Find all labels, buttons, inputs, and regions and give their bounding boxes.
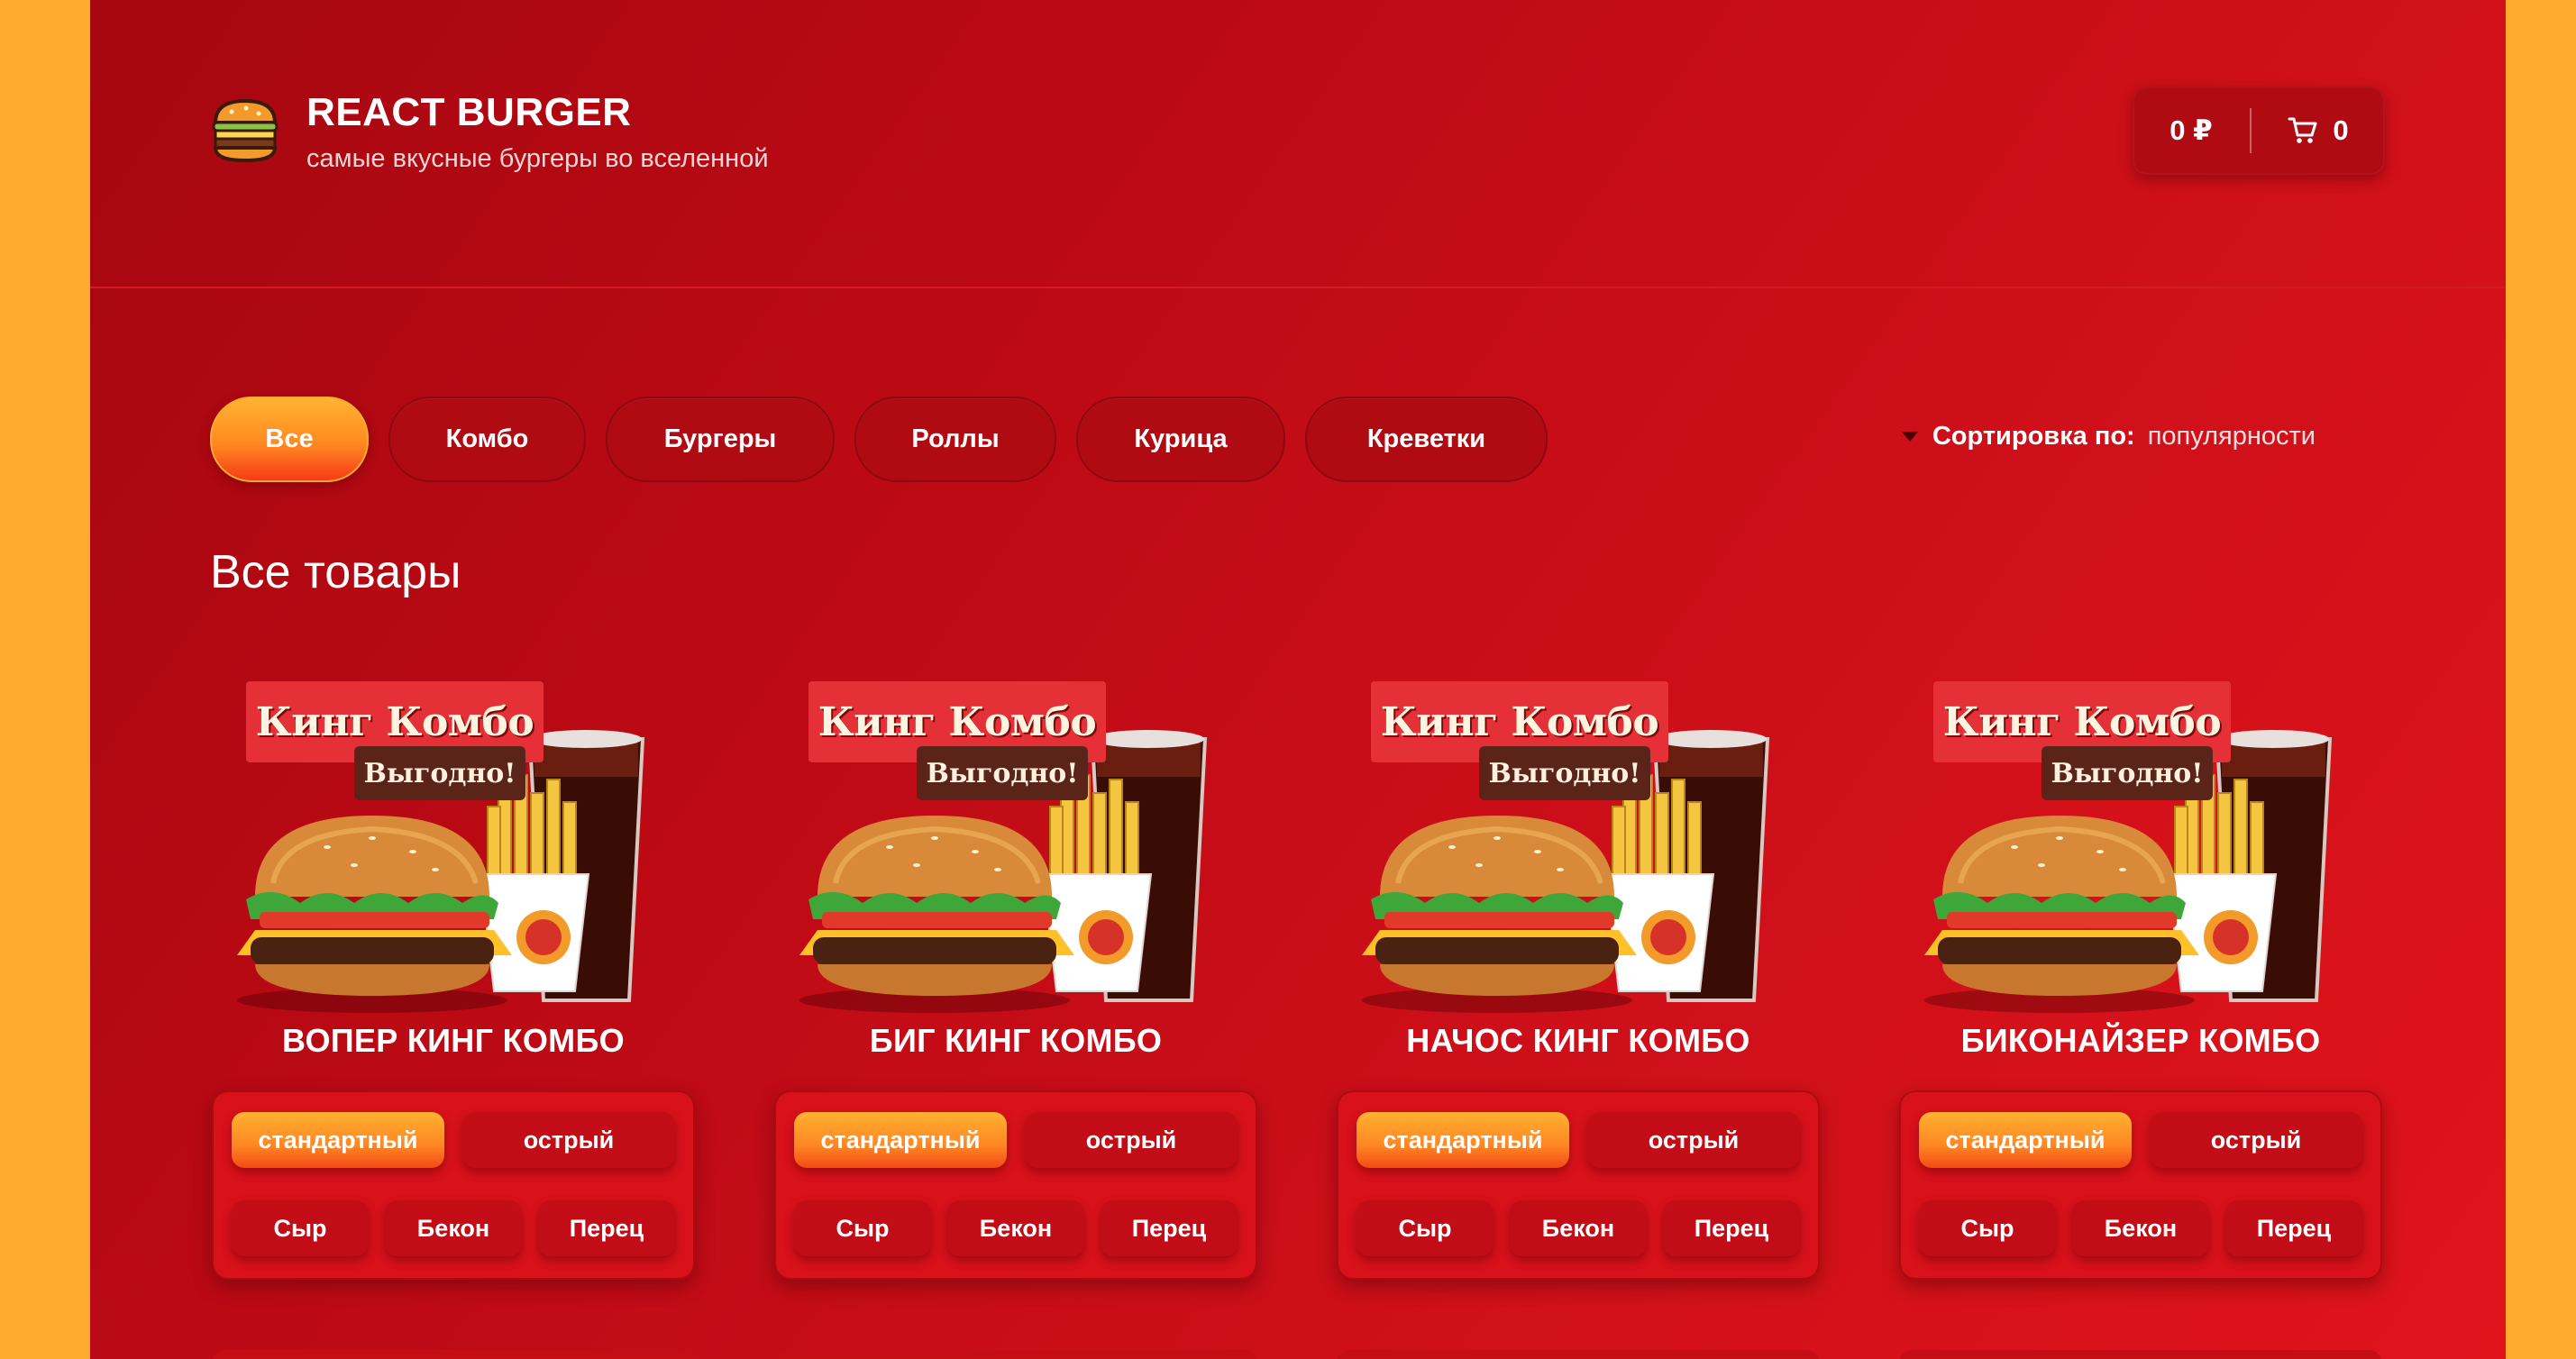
addon-cheese[interactable]: Сыр bbox=[232, 1200, 369, 1256]
product-card-next bbox=[1337, 1350, 1820, 1359]
category-burgers[interactable]: Бургеры bbox=[606, 397, 835, 482]
product-image[interactable]: Кинг Комбо Выгодно! bbox=[781, 667, 1250, 1018]
addon-cheese[interactable]: Сыр bbox=[1357, 1200, 1494, 1256]
product-options: стандартный острый Сыр Бекон Перец bbox=[212, 1090, 695, 1280]
cart-button[interactable]: 0 ₽ 0 bbox=[2133, 87, 2385, 175]
product-name: НАЧОС КИНГ КОМБО bbox=[1406, 1022, 1750, 1059]
app-panel: REACT BURGER самые вкусные бургеры во вс… bbox=[90, 0, 2506, 1359]
type-option-standard[interactable]: стандартный bbox=[1919, 1112, 2132, 1168]
deal-badge: Выгодно! bbox=[1479, 746, 1650, 800]
addon-pepper[interactable]: Перец bbox=[1101, 1200, 1238, 1256]
cart-count-group: 0 bbox=[2252, 114, 2385, 147]
deal-badge: Выгодно! bbox=[2042, 746, 2213, 800]
brand-title: REACT BURGER bbox=[306, 90, 632, 134]
category-tabs: Все Комбо Бургеры Роллы Курица Креветки bbox=[210, 397, 1548, 482]
cart-item-count: 0 bbox=[2333, 114, 2349, 146]
addon-bacon[interactable]: Бекон bbox=[947, 1200, 1084, 1256]
product-options: стандартный острый Сыр Бекон Перец bbox=[1337, 1090, 1820, 1280]
addon-pepper[interactable]: Перец bbox=[1663, 1200, 1800, 1256]
deal-badge: Выгодно! bbox=[917, 746, 1088, 800]
type-option-spicy[interactable]: острый bbox=[462, 1112, 675, 1168]
cart-icon bbox=[2288, 117, 2317, 143]
product-image[interactable]: Кинг Комбо Выгодно! bbox=[219, 667, 688, 1018]
sort-value[interactable]: популярности bbox=[2148, 422, 2316, 451]
deal-badge: Выгодно! bbox=[354, 746, 525, 800]
product-card: Кинг Комбо Выгодно! ВОПЕР КИНГ КОМБО ста… bbox=[210, 667, 697, 1280]
type-option-spicy[interactable]: острый bbox=[2150, 1112, 2362, 1168]
product-options: стандартный острый Сыр Бекон Перец bbox=[774, 1090, 1257, 1280]
category-shrimp[interactable]: Креветки bbox=[1305, 397, 1548, 482]
type-option-standard[interactable]: стандартный bbox=[1357, 1112, 1569, 1168]
brand-subtitle: самые вкусные бургеры во вселенной bbox=[306, 144, 769, 173]
product-card: Кинг Комбо Выгодно! БИКОНАЙЗЕР КОМБО ста… bbox=[1897, 667, 2384, 1280]
burger-icon[interactable] bbox=[210, 96, 280, 166]
product-image[interactable]: Кинг Комбо Выгодно! bbox=[1344, 667, 1813, 1018]
cart-total-price: 0 ₽ bbox=[2170, 114, 2213, 146]
addon-bacon[interactable]: Бекон bbox=[1510, 1200, 1647, 1256]
type-option-standard[interactable]: стандартный bbox=[794, 1112, 1007, 1168]
type-option-standard[interactable]: стандартный bbox=[232, 1112, 444, 1168]
type-option-spicy[interactable]: острый bbox=[1025, 1112, 1238, 1168]
category-chicken[interactable]: Курица bbox=[1076, 397, 1285, 482]
category-combo[interactable]: Комбо bbox=[388, 397, 586, 482]
product-card: Кинг Комбо Выгодно! БИГ КИНГ КОМБО станд… bbox=[772, 667, 1259, 1280]
sort-arrow-icon bbox=[1901, 432, 1918, 442]
addon-bacon[interactable]: Бекон bbox=[385, 1200, 522, 1256]
product-card: Кинг Комбо Выгодно! НАЧОС КИНГ КОМБО ста… bbox=[1335, 667, 1822, 1280]
sort-control[interactable]: Сортировка по: популярности bbox=[1901, 422, 2316, 451]
type-option-spicy[interactable]: острый bbox=[1587, 1112, 1800, 1168]
addon-cheese[interactable]: Сыр bbox=[794, 1200, 931, 1256]
product-image[interactable]: Кинг Комбо Выгодно! bbox=[1906, 667, 2375, 1018]
product-name: БИКОНАЙЗЕР КОМБО bbox=[1960, 1022, 2321, 1059]
addon-pepper[interactable]: Перец bbox=[538, 1200, 675, 1256]
header: REACT BURGER самые вкусные бургеры во вс… bbox=[90, 0, 2506, 288]
product-card-next bbox=[212, 1350, 695, 1359]
sort-label: Сортировка по: bbox=[1932, 422, 2135, 451]
addon-pepper[interactable]: Перец bbox=[2225, 1200, 2362, 1256]
section-title: Все товары bbox=[210, 546, 461, 598]
addon-cheese[interactable]: Сыр bbox=[1919, 1200, 2056, 1256]
product-name: БИГ КИНГ КОМБО bbox=[869, 1022, 1163, 1059]
product-name: ВОПЕР КИНГ КОМБО bbox=[282, 1022, 625, 1059]
product-card-next bbox=[774, 1350, 1257, 1359]
addon-bacon[interactable]: Бекон bbox=[2072, 1200, 2209, 1256]
product-card-next bbox=[1899, 1350, 2382, 1359]
category-all[interactable]: Все bbox=[210, 397, 369, 482]
product-options: стандартный острый Сыр Бекон Перец bbox=[1899, 1090, 2382, 1280]
category-rolls[interactable]: Роллы bbox=[854, 397, 1056, 482]
